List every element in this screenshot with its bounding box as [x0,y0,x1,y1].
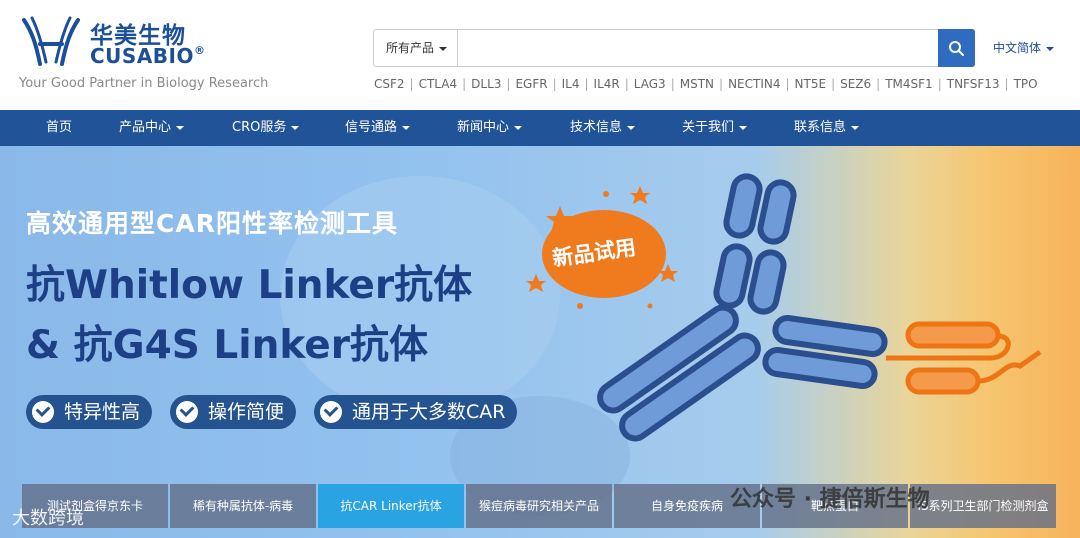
chevron-down-icon [851,125,860,130]
tag-separator: | [462,77,467,91]
chevron-down-icon [176,125,185,130]
language-switcher[interactable]: 中文简体 [993,39,1055,56]
nav-item-tech[interactable]: 技术信息 [570,110,636,146]
tab-monkeypox[interactable]: 猴痘病毒研究相关产品 [466,484,612,528]
feature-label: 通用于大多数CAR [352,401,506,423]
tag-separator: | [670,77,675,91]
nav-item-cro[interactable]: CRO服务 [232,110,300,146]
banner-title-line2: & 抗G4S Linker抗体 [26,323,428,368]
linker-icon [886,321,1042,395]
tab-label: 抗CAR Linker抗体 [340,498,442,513]
hot-tag-link[interactable]: SEZ6 [840,77,871,91]
nav-item-products[interactable]: 产品中心 [119,110,185,146]
antibody-icon [597,173,888,442]
nav-item-home[interactable]: 首页 [46,110,72,146]
hot-tag-link[interactable]: CTLA4 [419,77,458,91]
hot-tag-link[interactable]: CSF2 [374,77,405,91]
language-label: 中文简体 [993,41,1042,55]
nav-label: 联系信息 [794,120,847,135]
nav-item-contact[interactable]: 联系信息 [794,110,860,146]
hero-banner[interactable]: 高效通用型CAR阳性率检测工具 抗Whitlow Linker抗体 & 抗G4S… [0,146,1080,538]
tag-separator: | [409,77,414,91]
nav-label: 新闻中心 [457,120,510,135]
tag-separator: | [1004,77,1009,91]
hot-tag-link[interactable]: IL4R [594,77,620,91]
hot-tag-link[interactable]: TM4SF1 [885,77,932,91]
hot-tag-link[interactable]: LAG3 [634,77,666,91]
nav-item-signaling[interactable]: 信号通路 [345,110,411,146]
check-circle-icon [176,401,198,423]
feature-label: 特异性高 [64,401,141,423]
tab-car-linker[interactable]: 抗CAR Linker抗体 [318,484,464,528]
brand-tagline: Your Good Partner in Biology Research [19,76,269,91]
tag-separator: | [624,77,629,91]
main-nav: 首页 产品中心 CRO服务 信号通路 新闻中心 技术信息 关于我们 联系信息 [0,110,1080,146]
nav-label: 技术信息 [570,120,623,135]
brand-name-en[interactable]: CUSABIO® [90,44,206,68]
tag-separator: | [937,77,942,91]
chevron-down-icon [1046,46,1055,51]
hot-tag-link[interactable]: TPO [1014,77,1038,91]
search-icon [949,41,965,57]
hot-tag-link[interactable]: IL4 [562,77,580,91]
chevron-down-icon [439,46,448,51]
tab-label: 猴痘病毒研究相关产品 [478,498,599,513]
tag-separator: | [719,77,724,91]
tag-separator: | [831,77,836,91]
banner-subtitle: 高效通用型CAR阳性率检测工具 [26,209,398,238]
nav-item-about[interactable]: 关于我们 [682,110,748,146]
nav-label: 关于我们 [682,120,735,135]
page: 华美生物 CUSABIO® Your Good Partner in Biolo… [0,0,1080,538]
tag-separator: | [785,77,790,91]
watermark-right: 公众号 · 捷倍斯生物 [730,487,930,512]
search-input[interactable] [460,32,930,64]
nav-label: 信号通路 [345,120,398,135]
tab-label: 自身免疫疾病 [650,498,723,513]
hot-tag-link[interactable]: TNFSF13 [947,77,1000,91]
cusabio-logo-icon[interactable] [18,14,84,70]
hot-tag-link[interactable]: DLL3 [471,77,501,91]
tag-separator: | [876,77,881,91]
search-category-label: 所有产品 [386,41,435,55]
brand-name-en-text: CUSABIO [90,44,194,68]
hot-tag-link[interactable]: EGFR [515,77,547,91]
tag-separator: | [552,77,557,91]
chevron-down-icon [291,125,300,130]
search-category-select[interactable]: 所有产品 [374,30,458,66]
registered-mark: ® [194,44,206,57]
chevron-down-icon [739,125,748,130]
tag-separator: | [506,77,511,91]
check-circle-icon [320,401,342,423]
tab-label: iS系列卫生部门检测剂盒 [917,498,1049,513]
tag-separator: | [584,77,589,91]
tab-is-series[interactable]: iS系列卫生部门检测剂盒 [910,484,1056,528]
check-circle-icon [32,401,54,423]
site-header: 华美生物 CUSABIO® Your Good Partner in Biolo… [0,0,1080,110]
watermark-left: 大数跨境 [12,508,84,529]
nav-item-news[interactable]: 新闻中心 [457,110,523,146]
chevron-down-icon [514,125,523,130]
feature-pill: 通用于大多数CAR [314,395,518,429]
tab-rare-species[interactable]: 稀有种属抗体-病毒 [170,484,316,528]
search-bar: 所有产品 [373,29,975,67]
tab-label: 稀有种属抗体-病毒 [192,498,294,513]
banner-title-line1: 抗Whitlow Linker抗体 [26,263,473,308]
feature-pill: 特异性高 [26,395,153,429]
chevron-down-icon [627,125,636,130]
hot-tag-link[interactable]: NECTIN4 [728,77,780,91]
nav-label: 首页 [46,120,73,135]
hot-search-tags: CSF2 | CTLA4 | DLL3 | EGFR | IL4 | IL4R | LAG3 | MSTN |… [374,77,1038,91]
hot-tag-link[interactable]: MSTN [680,77,714,91]
chevron-down-icon [402,125,411,130]
feature-pill: 操作简便 [170,395,297,429]
nav-label: 产品中心 [119,120,172,135]
search-button[interactable] [938,29,975,67]
nav-label: CRO服务 [232,120,287,135]
hot-tag-link[interactable]: NT5E [795,77,827,91]
feature-label: 操作简便 [208,401,285,423]
